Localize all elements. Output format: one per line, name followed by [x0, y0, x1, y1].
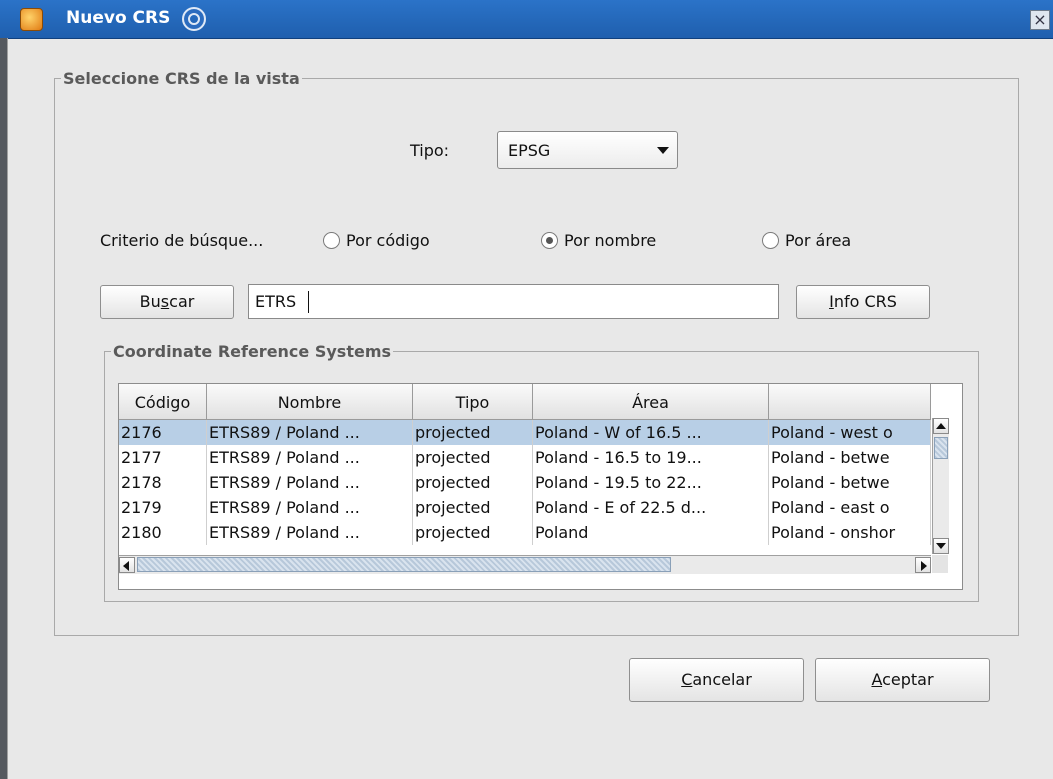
window-swirl-icon [182, 7, 206, 31]
cell-tipo: projected [413, 420, 533, 445]
table-row[interactable]: 2177 ETRS89 / Poland ... projected Polan… [119, 445, 931, 470]
cell-area: Poland - 19.5 to 22... [533, 470, 769, 495]
cell-description: Poland - betwe [769, 470, 931, 495]
horizontal-scroll-thumb[interactable] [137, 557, 671, 572]
cell-codigo: 2178 [119, 470, 207, 495]
radio-por-nombre-label: Por nombre [564, 231, 657, 250]
cell-description: Poland - onshor [769, 520, 931, 545]
cancel-mnemonic: C [681, 670, 693, 689]
table-row[interactable]: 2178 ETRS89 / Poland ... projected Polan… [119, 470, 931, 495]
col-tipo[interactable]: Tipo [413, 384, 533, 419]
radio-por-codigo-label: Por código [346, 231, 430, 250]
radio-por-area[interactable] [762, 232, 779, 249]
cell-area: Poland - W of 16.5 ... [533, 420, 769, 445]
cell-area: Poland - 16.5 to 19... [533, 445, 769, 470]
vertical-scroll-thumb[interactable] [934, 437, 948, 459]
tipo-label: Tipo: [410, 141, 450, 160]
cell-nombre: ETRS89 / Poland ... [207, 470, 413, 495]
accept-mnemonic: A [871, 670, 883, 689]
cell-nombre: ETRS89 / Poland ... [207, 445, 413, 470]
buscar-button[interactable]: Buscar [100, 285, 234, 319]
accept-label: ceptar [882, 670, 934, 689]
radio-por-area-label: Por área [785, 231, 852, 250]
cell-tipo: projected [413, 445, 533, 470]
col-nombre[interactable]: Nombre [207, 384, 413, 419]
radio-por-nombre[interactable] [541, 232, 558, 249]
col-description[interactable] [769, 384, 931, 419]
table-row[interactable]: 2179 ETRS89 / Poland ... projected Polan… [119, 495, 931, 520]
scroll-down-icon[interactable] [933, 538, 949, 554]
cell-nombre: ETRS89 / Poland ... [207, 420, 413, 445]
table-row[interactable]: 2180 ETRS89 / Poland ... projected Polan… [119, 520, 931, 545]
cell-codigo: 2176 [119, 420, 207, 445]
accept-button[interactable]: Aceptar [815, 658, 990, 702]
vertical-scrollbar[interactable] [932, 418, 949, 554]
cell-description: Poland - betwe [769, 445, 931, 470]
col-codigo[interactable]: Código [119, 384, 207, 419]
col-area[interactable]: Área [533, 384, 769, 419]
criterio-label: Criterio de búsque... [100, 231, 264, 250]
cell-nombre: ETRS89 / Poland ... [207, 520, 413, 545]
scroll-corner [932, 555, 948, 573]
scroll-up-icon[interactable] [933, 418, 949, 434]
tipo-select[interactable]: EPSG [497, 131, 678, 169]
info-label: nfo CRS [833, 292, 897, 311]
horizontal-scrollbar[interactable] [119, 555, 931, 574]
cell-codigo: 2180 [119, 520, 207, 545]
search-input[interactable]: ETRS [248, 284, 779, 319]
app-icon [20, 8, 43, 31]
crs-table[interactable]: Código Nombre Tipo Área 2176 ETRS89 / Po… [118, 383, 963, 590]
text-caret [308, 291, 309, 313]
search-input-value: ETRS [255, 292, 297, 311]
window-title: Nuevo CRS [66, 8, 171, 28]
cancel-button[interactable]: Cancelar [629, 658, 804, 702]
cell-description: Poland - west o [769, 420, 931, 445]
tipo-select-value: EPSG [508, 141, 551, 160]
scroll-right-icon[interactable] [915, 557, 931, 573]
cancel-label: ancelar [692, 670, 752, 689]
crs-table-legend: Coordinate Reference Systems [113, 342, 392, 361]
cell-codigo: 2177 [119, 445, 207, 470]
cell-codigo: 2179 [119, 495, 207, 520]
scroll-left-icon[interactable] [119, 557, 135, 573]
buscar-label-b: car [169, 292, 195, 311]
buscar-label-a: Bu [139, 292, 161, 311]
crs-selection-legend: Seleccione CRS de la vista [63, 69, 300, 88]
cell-tipo: projected [413, 470, 533, 495]
chevron-down-icon [657, 147, 669, 154]
title-bar: Nuevo CRS × [0, 0, 1053, 39]
left-window-edge [0, 38, 8, 779]
radio-por-codigo[interactable] [323, 232, 340, 249]
cell-tipo: projected [413, 495, 533, 520]
close-icon[interactable]: × [1030, 10, 1050, 30]
info-crs-button[interactable]: Info CRS [796, 285, 930, 319]
table-row[interactable]: 2176 ETRS89 / Poland ... projected Polan… [119, 420, 931, 445]
cell-nombre: ETRS89 / Poland ... [207, 495, 413, 520]
table-header: Código Nombre Tipo Área [119, 384, 931, 420]
cell-area: Poland [533, 520, 769, 545]
cell-description: Poland - east o [769, 495, 931, 520]
cell-area: Poland - E of 22.5 d... [533, 495, 769, 520]
cell-tipo: projected [413, 520, 533, 545]
buscar-mnemonic: s [160, 292, 170, 311]
